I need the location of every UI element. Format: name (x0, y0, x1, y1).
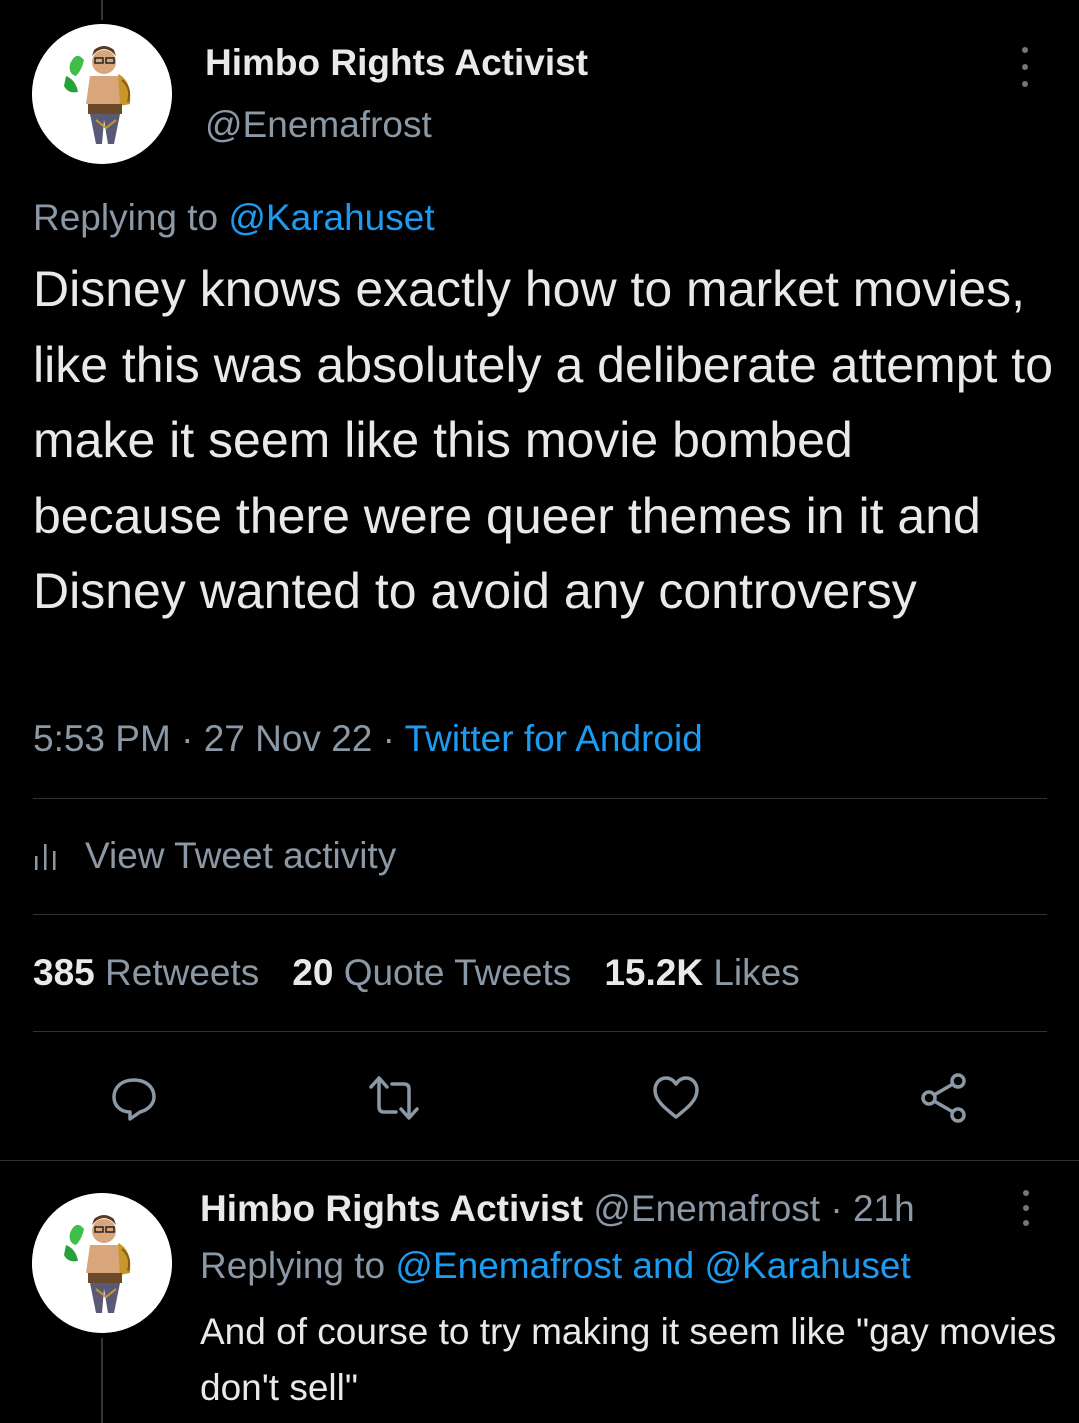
divider (33, 798, 1047, 799)
more-dot (1022, 64, 1028, 70)
more-dot (1023, 1220, 1029, 1226)
retweet-button[interactable] (368, 1072, 420, 1124)
mention-link[interactable]: @Karahuset (228, 197, 434, 238)
quotes-stat[interactable]: 20 Quote Tweets (292, 952, 571, 994)
quotes-label: Quote Tweets (343, 952, 572, 993)
view-activity-label: View Tweet activity (85, 835, 397, 876)
retweets-label: Retweets (105, 952, 260, 993)
reply-author-avatar[interactable] (32, 1193, 172, 1333)
avatar-image (32, 24, 172, 164)
replying-prefix: Replying to (33, 197, 229, 238)
tweet-meta: 5:53 PM · 27 Nov 22 · Twitter for Androi… (33, 718, 703, 760)
reply-text: And of course to try making it seem like… (200, 1311, 1057, 1408)
and-word: and (622, 1245, 705, 1286)
view-activity-button[interactable]: View Tweet activity (33, 835, 396, 877)
replying-prefix: Replying to (200, 1245, 396, 1286)
more-dot (1022, 81, 1028, 87)
thread-line-bottom (101, 1338, 103, 1423)
tweet-source-link[interactable]: Twitter for Android (405, 718, 703, 759)
meta-separator: · (170, 718, 204, 759)
likes-stat[interactable]: 15.2K Likes (604, 952, 799, 994)
more-options-icon[interactable] (1010, 47, 1040, 87)
author-avatar[interactable] (32, 24, 172, 164)
meta-separator: · (372, 718, 405, 759)
quotes-count: 20 (292, 952, 334, 993)
replying-to-line: Replying to @Karahuset (33, 197, 435, 239)
retweets-stat[interactable]: 385 Retweets (33, 952, 259, 994)
reply-replying-to-line: Replying to @Enemafrost and @Karahuset (200, 1245, 911, 1287)
author-handle[interactable]: @Enemafrost (205, 104, 432, 146)
mention-link[interactable]: @Karahuset (704, 1245, 910, 1286)
reply-author-handle[interactable]: @Enemafrost (593, 1188, 820, 1229)
avatar-image (32, 1193, 172, 1333)
more-dot (1023, 1190, 1029, 1196)
tweet-time: 5:53 PM (33, 718, 171, 759)
reply-separator: · (820, 1188, 853, 1229)
thread-line-top (101, 0, 103, 20)
tweet-separator (0, 1160, 1079, 1161)
share-button[interactable] (918, 1072, 970, 1124)
reply-author-name[interactable]: Himbo Rights Activist (200, 1188, 583, 1229)
divider (33, 914, 1047, 915)
bar-chart-icon (35, 844, 56, 870)
reply-more-options-icon[interactable] (1013, 1190, 1039, 1226)
reply-age[interactable]: 21h (853, 1188, 915, 1229)
more-dot (1022, 47, 1028, 53)
likes-label: Likes (713, 952, 800, 993)
more-dot (1023, 1205, 1029, 1211)
mention-link[interactable]: @Enemafrost (395, 1245, 622, 1286)
divider (33, 1031, 1047, 1032)
reply-header: Himbo Rights Activist @Enemafrost · 21h (200, 1188, 915, 1230)
reply-icon (112, 1078, 156, 1121)
like-button[interactable] (650, 1072, 702, 1124)
tweet-text: Disney knows exactly how to market movie… (33, 261, 1053, 619)
heart-icon (653, 1076, 699, 1119)
likes-count: 15.2K (604, 952, 704, 993)
retweets-count: 385 (33, 952, 95, 993)
reply-button[interactable] (108, 1072, 160, 1124)
author-name[interactable]: Himbo Rights Activist (205, 42, 588, 84)
tweet-date[interactable]: 27 Nov 22 (204, 718, 373, 759)
retweet-icon (369, 1076, 419, 1120)
engagement-stats: 385 Retweets 20 Quote Tweets 15.2K Likes (33, 952, 833, 994)
share-icon (921, 1073, 966, 1123)
